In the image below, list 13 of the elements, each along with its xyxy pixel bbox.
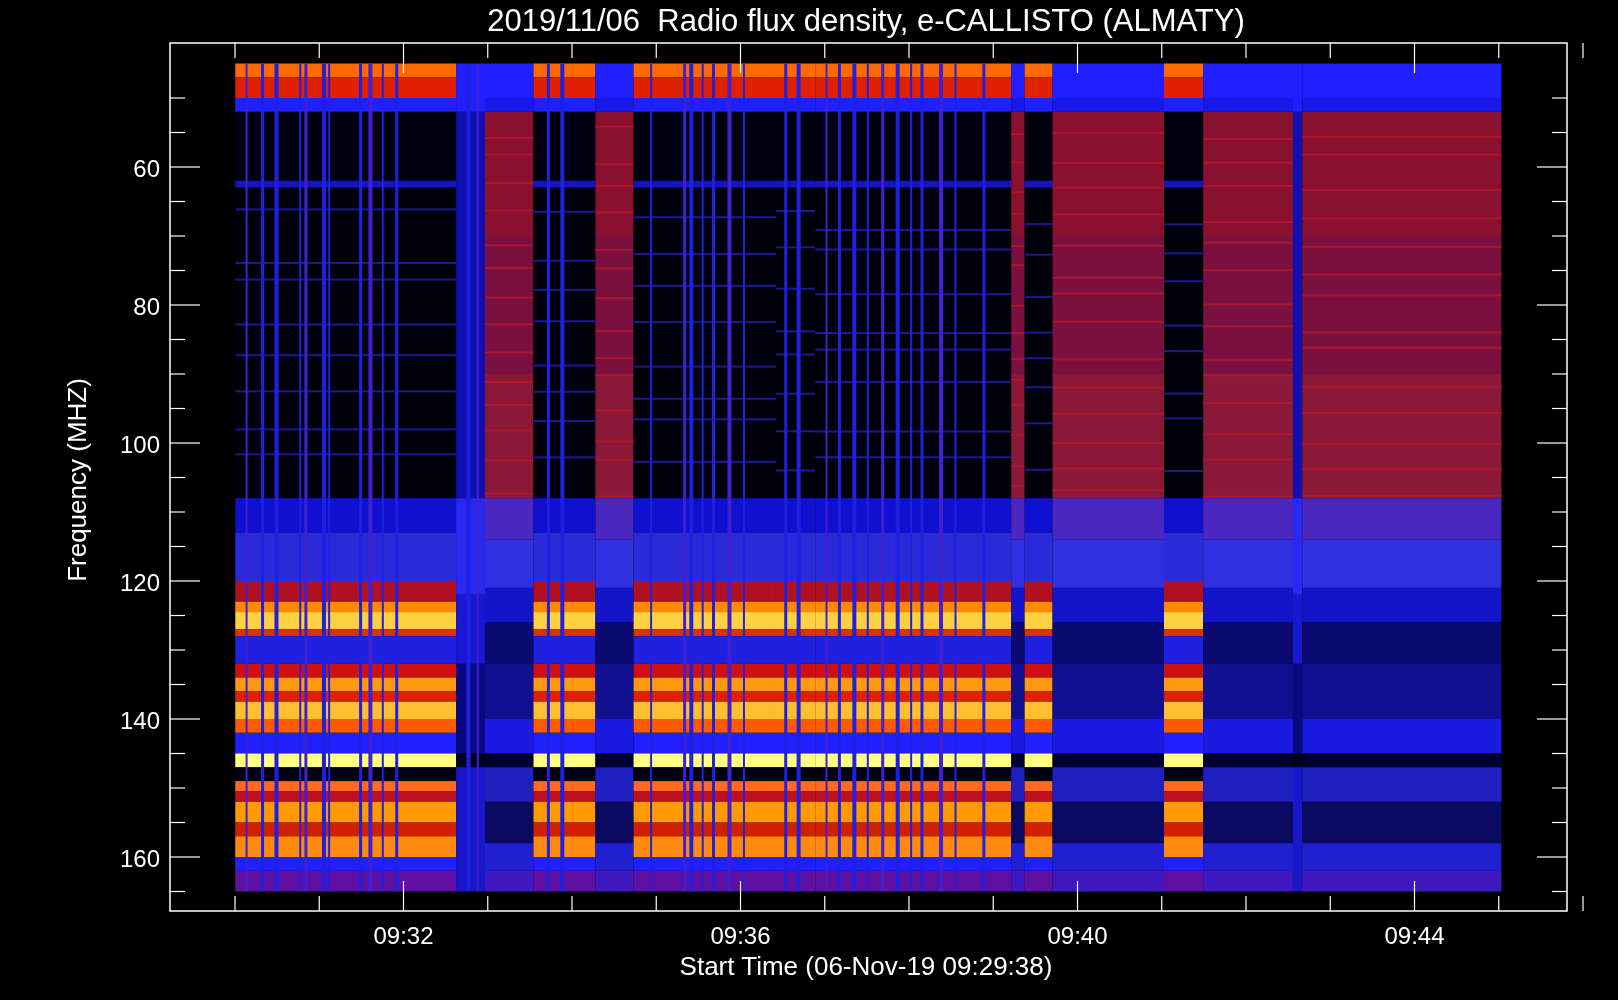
- y-tick-label: 120: [119, 569, 160, 596]
- y-tick-label: 80: [133, 293, 160, 320]
- x-tick-label: 09:40: [1047, 922, 1108, 949]
- y-axis-title: Frequency (MHZ): [62, 378, 92, 582]
- x-tick-label: 09:44: [1384, 922, 1445, 949]
- x-tick-label: 09:36: [710, 922, 771, 949]
- y-tick-label: 160: [119, 845, 160, 872]
- y-tick-label: 140: [119, 707, 160, 734]
- x-axis-title: Start Time (06-Nov-19 09:29:38): [679, 951, 1053, 981]
- x-tick-label: 09:32: [373, 922, 434, 949]
- y-tick-label: 100: [119, 431, 160, 458]
- y-tick-label: 60: [133, 155, 160, 182]
- plot-title: 2019/11/06 Radio flux density, e-CALLISTO (ALMATY): [487, 3, 1245, 38]
